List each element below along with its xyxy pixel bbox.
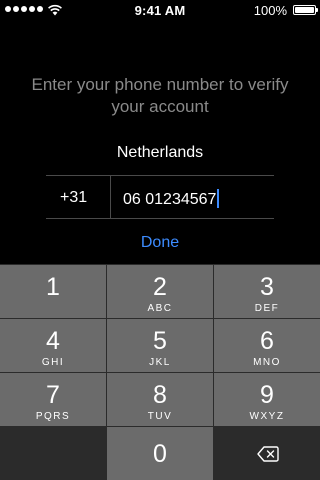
phone-number-value: 06 01234567 xyxy=(123,191,217,208)
delete-key[interactable] xyxy=(214,427,320,480)
status-bar: 9:41 AM 100% xyxy=(0,0,320,20)
phone-number-input[interactable]: 06 01234567 xyxy=(123,189,220,209)
key-2[interactable]: 2 ABC xyxy=(107,265,213,318)
verify-prompt: Enter your phone number to verify your a… xyxy=(31,75,289,116)
key-letters: TUV xyxy=(147,411,173,422)
key-1[interactable]: 1 xyxy=(0,265,106,318)
key-5[interactable]: 5 JKL xyxy=(107,319,213,372)
numeric-keypad: 1 2 ABC 3 DEF 4 GHI 5 JKL 6 MNO 7 PQRS 8… xyxy=(0,264,320,480)
key-letters: PQRS xyxy=(35,411,71,422)
phone-row: +31 06 01234567 xyxy=(46,176,274,218)
key-letters: WXYZ xyxy=(249,411,285,422)
country-code[interactable]: +31 xyxy=(60,189,87,207)
key-digit: 2 xyxy=(153,273,167,301)
key-empty xyxy=(0,427,106,480)
key-digit: 5 xyxy=(153,327,167,355)
key-letters: JKL xyxy=(149,357,171,368)
done-button[interactable]: Done xyxy=(110,234,210,252)
divider xyxy=(46,175,274,176)
divider xyxy=(110,176,111,218)
key-digit: 0 xyxy=(153,440,167,468)
key-digit: 4 xyxy=(46,327,60,355)
key-8[interactable]: 8 TUV xyxy=(107,373,213,426)
key-0[interactable]: 0 xyxy=(107,427,213,480)
key-3[interactable]: 3 DEF xyxy=(214,265,320,318)
key-letters: DEF xyxy=(254,303,280,314)
backspace-icon xyxy=(257,446,279,462)
country-selector[interactable]: Netherlands xyxy=(46,144,274,168)
divider xyxy=(46,218,274,219)
key-letters: GHI xyxy=(41,357,65,368)
battery-percentage: 100% xyxy=(253,3,287,18)
key-9[interactable]: 9 WXYZ xyxy=(214,373,320,426)
key-7[interactable]: 7 PQRS xyxy=(0,373,106,426)
key-digit: 7 xyxy=(46,381,60,409)
key-6[interactable]: 6 MNO xyxy=(214,319,320,372)
key-4[interactable]: 4 GHI xyxy=(0,319,106,372)
key-digit: 8 xyxy=(153,381,167,409)
battery-icon xyxy=(293,5,318,15)
text-cursor xyxy=(217,189,220,208)
key-letters: ABC xyxy=(147,303,173,314)
key-letters: MNO xyxy=(253,357,281,368)
key-digit: 1 xyxy=(46,273,60,301)
key-digit: 9 xyxy=(260,381,274,409)
key-digit: 3 xyxy=(260,273,274,301)
battery-fill xyxy=(295,7,314,13)
key-digit: 6 xyxy=(260,327,274,355)
